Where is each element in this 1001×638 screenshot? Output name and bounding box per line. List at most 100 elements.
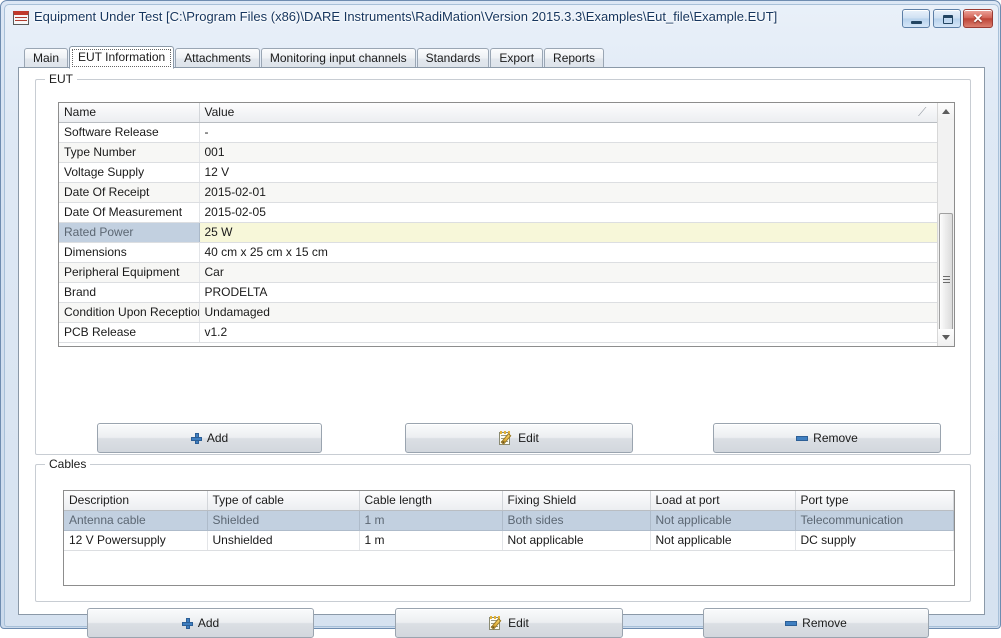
scrollbar-thumb[interactable]: [939, 213, 953, 346]
cell-name: Dimensions: [59, 242, 200, 263]
cell-name: Date Of Measurement: [59, 202, 200, 223]
tab-main[interactable]: Main: [24, 48, 69, 68]
scroll-down-button[interactable]: [938, 329, 954, 346]
cables-table-body: Antenna cable Shielded 1 m Both sides No…: [64, 510, 954, 551]
tab-strip: Main EUT Information Attachments Monitor…: [24, 46, 605, 69]
table-row[interactable]: Voltage Supply 12 V: [59, 162, 954, 183]
cell-value: PRODELTA: [199, 282, 954, 303]
cables-remove-button[interactable]: Remove: [703, 608, 929, 638]
tab-label: Export: [499, 51, 535, 65]
close-icon: ✕: [972, 11, 984, 26]
column-header-cable-length[interactable]: Cable length: [359, 491, 503, 511]
table-row[interactable]: Type Number 001: [59, 142, 954, 163]
cell-port-type: DC supply: [795, 530, 954, 551]
table-row-selected[interactable]: Rated Power 25 W: [59, 222, 954, 243]
cell-name: Brand: [59, 282, 200, 303]
column-resize-icon[interactable]: ⟋: [918, 106, 931, 119]
tab-attachments[interactable]: Attachments: [175, 48, 260, 68]
eut-group-title: EUT: [45, 72, 77, 86]
table-row[interactable]: Date Of Measurement 2015-02-05: [59, 202, 954, 223]
column-header-port-type[interactable]: Port type: [795, 491, 954, 511]
button-label: Edit: [508, 616, 529, 630]
cell-value: Undamaged: [199, 302, 954, 323]
table-row[interactable]: Dimensions 40 cm x 25 cm x 15 cm: [59, 242, 954, 263]
scroll-up-button[interactable]: [938, 103, 954, 120]
application-window: Equipment Under Test [C:\Program Files (…: [0, 0, 1001, 638]
eut-grid-scrollbar[interactable]: [937, 103, 954, 346]
tab-eut-information[interactable]: EUT Information: [69, 46, 175, 69]
column-header-value[interactable]: Value ⟋: [199, 103, 954, 123]
chevron-up-icon: [942, 109, 950, 114]
column-header-name[interactable]: Name: [59, 103, 200, 123]
cables-group-box: Cables Description Type of cable Cable l…: [35, 457, 971, 638]
cell-type-of-cable: Unshielded: [207, 530, 360, 551]
eut-table: Name Value ⟋ Software Release - Type Num…: [59, 103, 954, 343]
eut-edit-button[interactable]: Edit: [405, 423, 633, 453]
cell-value: 2015-02-05: [199, 202, 954, 223]
maximize-icon: [943, 15, 953, 24]
eut-add-button[interactable]: Add: [97, 423, 322, 453]
cell-name: Date Of Receipt: [59, 182, 200, 203]
cell-port-type: Telecommunication: [795, 510, 954, 531]
tab-standards[interactable]: Standards: [416, 48, 490, 68]
scrollbar-grip-icon: [943, 276, 950, 283]
cables-add-button[interactable]: Add: [87, 608, 314, 638]
application-icon: [13, 11, 29, 26]
table-row[interactable]: Date Of Receipt 2015-02-01: [59, 182, 954, 203]
tab-label: Main: [33, 51, 60, 65]
table-row[interactable]: Condition Upon Reception Undamaged: [59, 302, 954, 323]
cell-name: PCB Release: [59, 322, 200, 343]
table-row[interactable]: Peripheral Equipment Car: [59, 262, 954, 283]
tab-label: Attachments: [184, 51, 251, 65]
maximize-button[interactable]: [933, 9, 961, 28]
cables-table: Description Type of cable Cable length F…: [64, 491, 954, 551]
tab-monitoring-input-channels[interactable]: Monitoring input channels: [260, 48, 416, 68]
cell-name: Voltage Supply: [59, 162, 200, 183]
cell-description: Antenna cable: [64, 510, 208, 531]
cell-name: Rated Power: [59, 222, 200, 243]
cell-cable-length: 1 m: [359, 510, 503, 531]
cables-grid[interactable]: Description Type of cable Cable length F…: [63, 490, 955, 586]
table-row-selected[interactable]: Antenna cable Shielded 1 m Both sides No…: [64, 510, 954, 531]
cell-description: 12 V Powersupply: [64, 530, 208, 551]
eut-group-box: EUT Name Value ⟋ Software Release - Type…: [35, 72, 971, 455]
cables-edit-button[interactable]: Edit: [395, 608, 623, 638]
edit-notepad-icon: [489, 616, 503, 630]
plus-icon: [190, 432, 202, 444]
chevron-down-icon: [942, 335, 950, 340]
eut-remove-button[interactable]: Remove: [713, 423, 941, 453]
cell-value: 2015-02-01: [199, 182, 954, 203]
column-header-load-at-port[interactable]: Load at port: [650, 491, 796, 511]
table-header-row: Name Value ⟋: [59, 103, 954, 123]
column-header-fixing-shield[interactable]: Fixing Shield: [502, 491, 651, 511]
minus-icon: [796, 435, 809, 441]
button-label: Remove: [813, 431, 858, 445]
cell-value: 12 V: [199, 162, 954, 183]
minimize-button[interactable]: [902, 9, 930, 28]
cell-value: v1.2: [199, 322, 954, 343]
cell-fixing-shield: Not applicable: [502, 530, 651, 551]
cell-value: 40 cm x 25 cm x 15 cm: [199, 242, 954, 263]
minimize-icon: [911, 21, 922, 24]
cell-name: Software Release: [59, 122, 200, 143]
table-row[interactable]: 12 V Powersupply Unshielded 1 m Not appl…: [64, 530, 954, 551]
tab-focus-outline: [72, 49, 172, 67]
table-row[interactable]: PCB Release v1.2: [59, 322, 954, 343]
button-label: Edit: [518, 431, 539, 445]
button-label: Add: [206, 431, 229, 445]
close-button[interactable]: ✕: [963, 9, 993, 28]
tab-reports[interactable]: Reports: [544, 48, 605, 68]
cell-name: Peripheral Equipment: [59, 262, 200, 283]
table-row[interactable]: Software Release -: [59, 122, 954, 143]
cell-cable-length: 1 m: [359, 530, 503, 551]
column-header-description[interactable]: Description: [64, 491, 208, 511]
tab-page-eut-information: EUT Name Value ⟋ Software Release - Type…: [18, 67, 985, 638]
eut-grid[interactable]: Name Value ⟋ Software Release - Type Num…: [58, 102, 955, 347]
cell-type-of-cable: Shielded: [207, 510, 360, 531]
table-row[interactable]: Brand PRODELTA: [59, 282, 954, 303]
tab-export[interactable]: Export: [490, 48, 544, 68]
cell-name: Type Number: [59, 142, 200, 163]
column-header-type-of-cable[interactable]: Type of cable: [207, 491, 360, 511]
window-title: Equipment Under Test [C:\Program Files (…: [34, 9, 778, 24]
cell-value: 25 W: [199, 222, 954, 243]
